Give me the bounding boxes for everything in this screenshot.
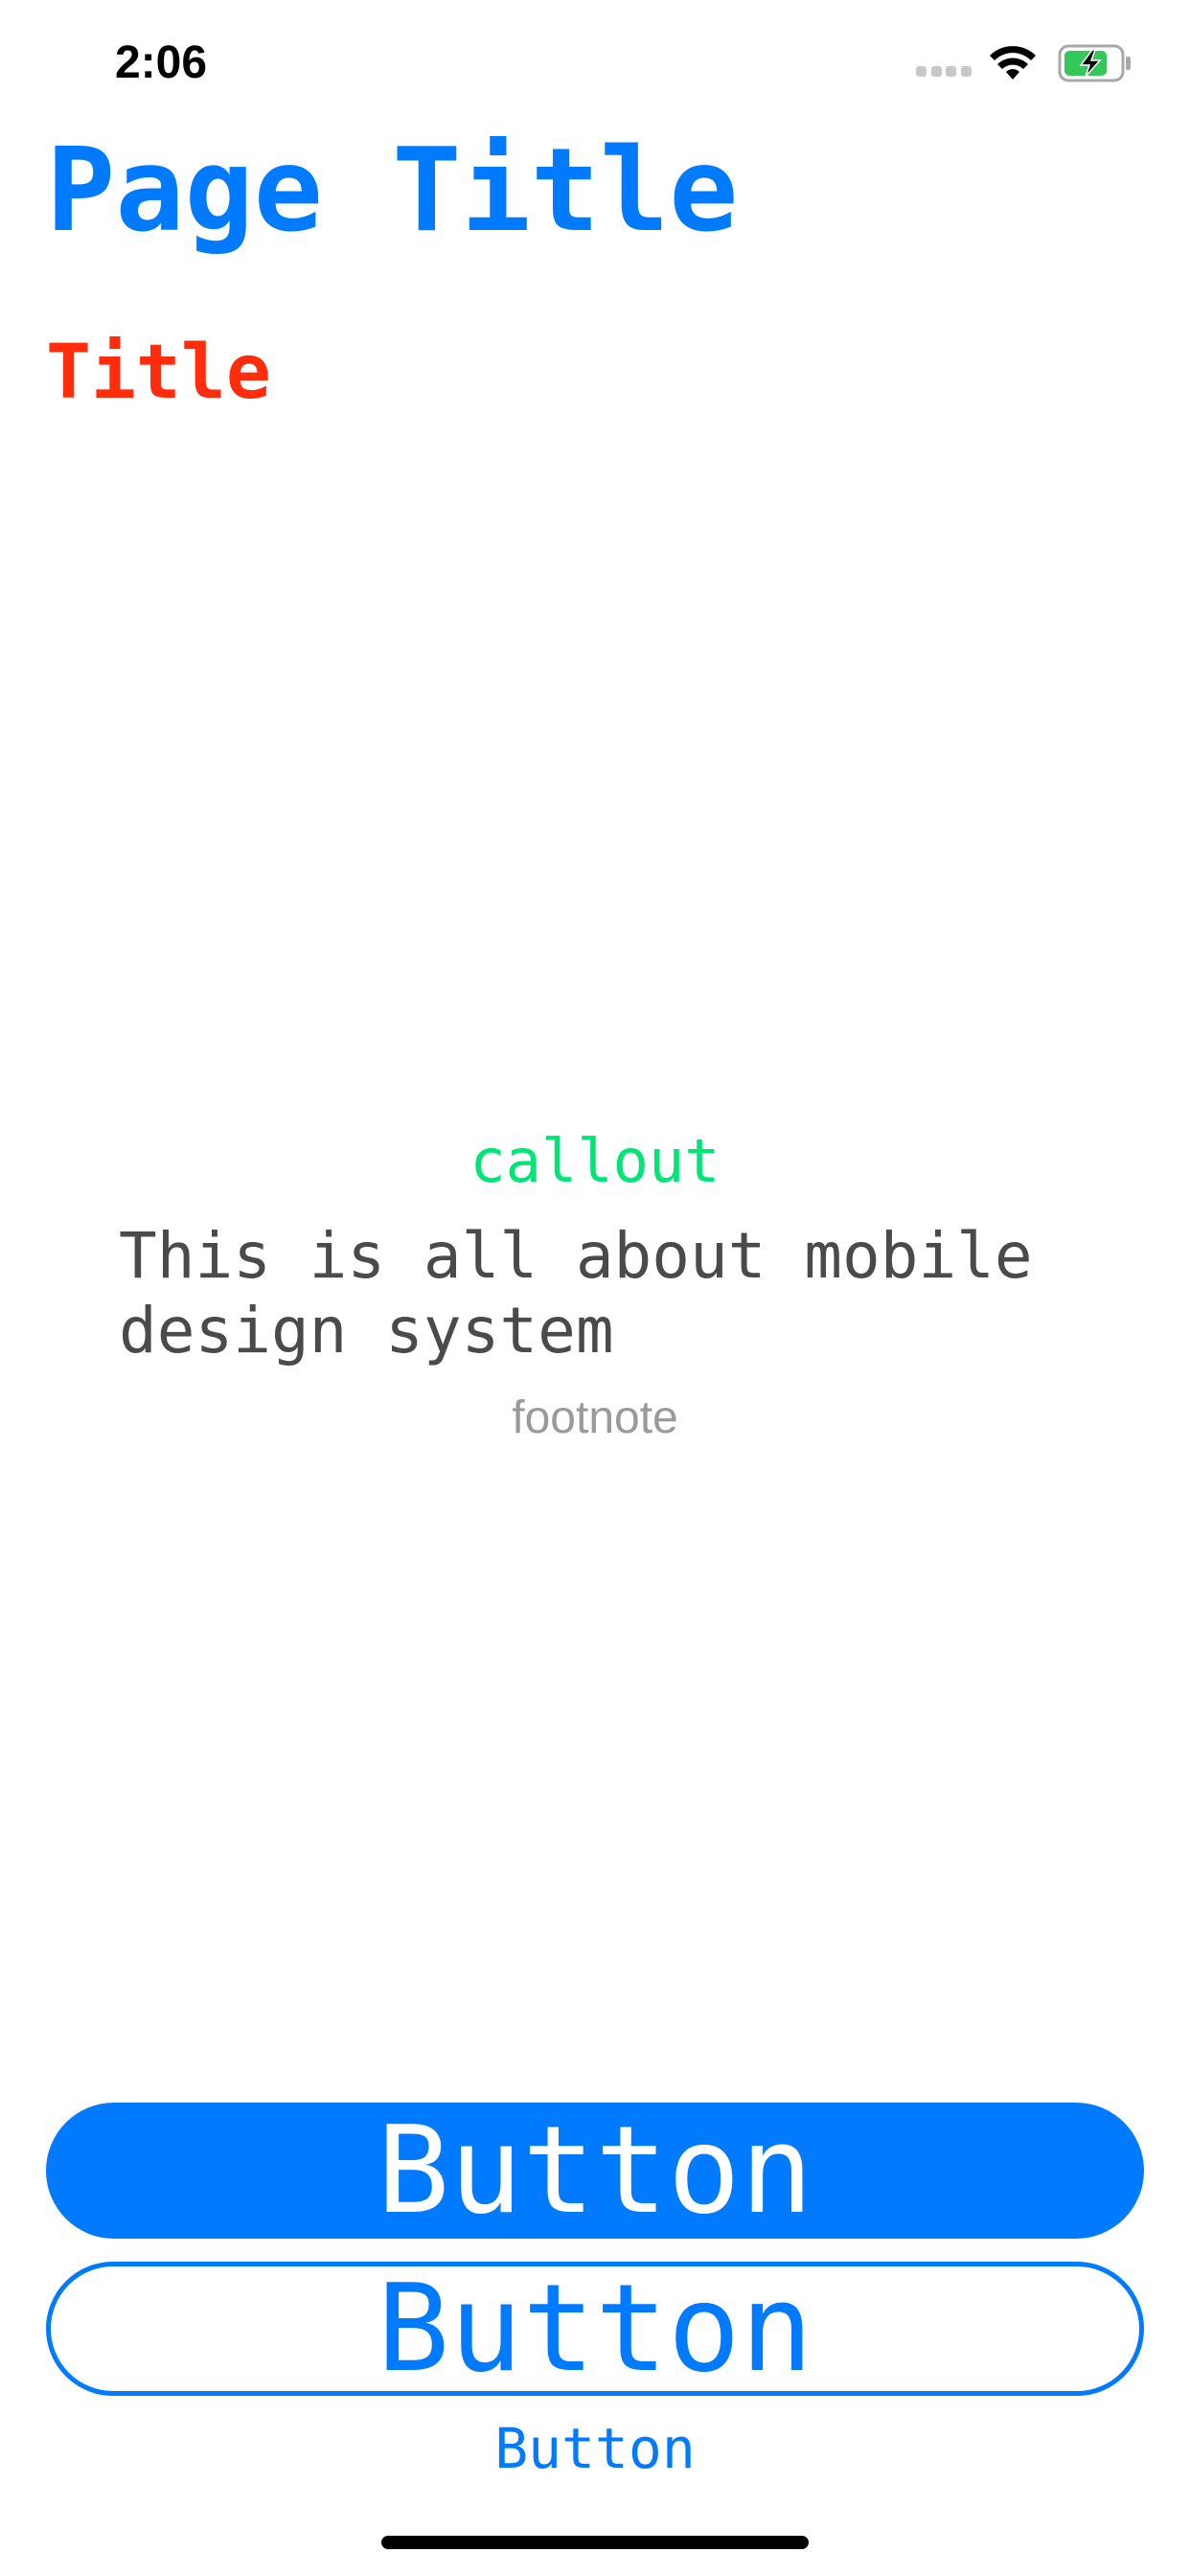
callout-text: callout bbox=[469, 1126, 721, 1196]
body-text: This is all about mobile design system bbox=[119, 1219, 1033, 1368]
section-title: Title bbox=[46, 330, 271, 416]
status-time: 2:06 bbox=[115, 37, 208, 88]
footnote-text: footnote bbox=[512, 1392, 678, 1443]
home-indicator[interactable] bbox=[381, 2536, 809, 2549]
signal-icon bbox=[916, 64, 972, 78]
page-title: Page Title bbox=[46, 125, 739, 258]
battery-charging-icon bbox=[1058, 44, 1131, 82]
wifi-icon bbox=[990, 46, 1036, 80]
text-button[interactable]: Button bbox=[0, 2415, 1190, 2482]
primary-button[interactable]: Button bbox=[46, 2103, 1144, 2239]
status-icons bbox=[916, 42, 1133, 84]
outline-button[interactable]: Button bbox=[46, 2262, 1144, 2396]
